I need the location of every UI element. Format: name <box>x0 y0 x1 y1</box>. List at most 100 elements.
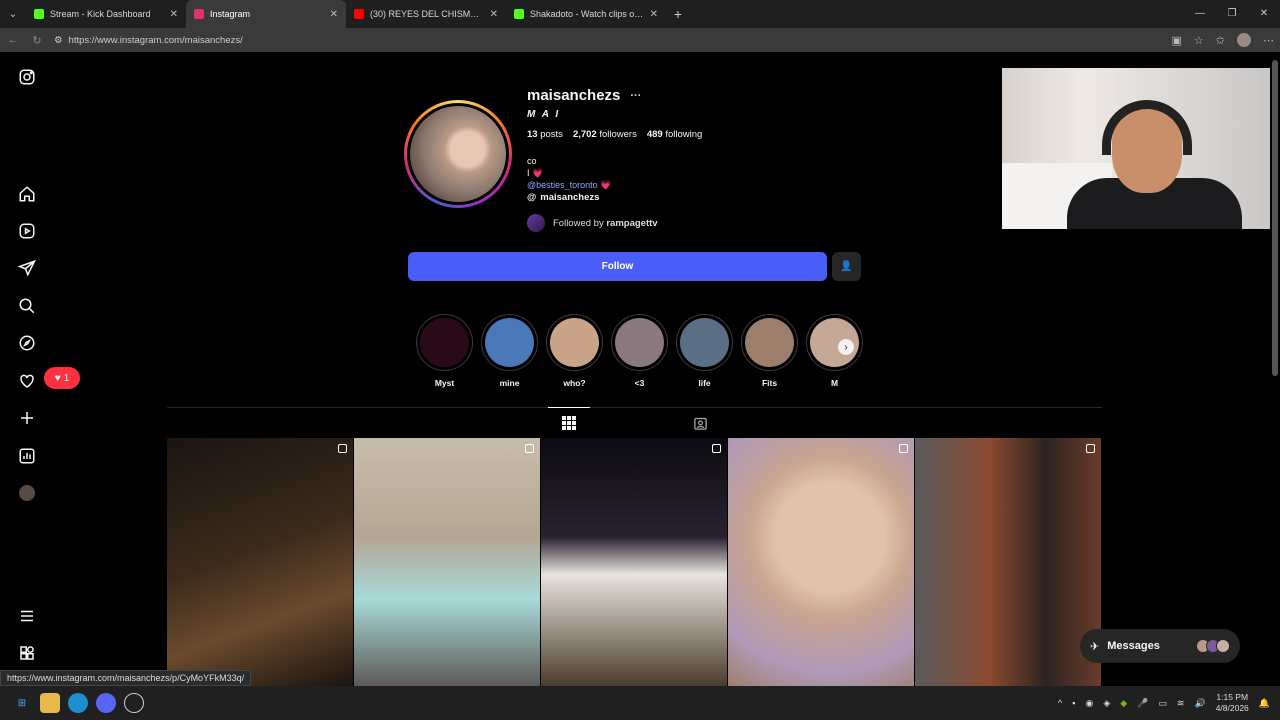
profile-avatar <box>410 106 506 202</box>
notifications-bell-icon[interactable]: 🔔 <box>1259 698 1270 709</box>
tab-list-chevron-icon[interactable]: ⌄ <box>0 0 26 28</box>
close-tab-icon[interactable]: ✕ <box>490 9 498 20</box>
home-icon[interactable] <box>18 185 36 203</box>
site-info-icon[interactable]: ⚙ <box>54 35 63 46</box>
create-plus-icon[interactable] <box>18 409 36 427</box>
refresh-icon[interactable]: ↻ <box>30 34 44 47</box>
tray-app-icon[interactable]: ▪ <box>1072 698 1075 708</box>
steam-icon[interactable]: ◉ <box>1085 698 1093 709</box>
close-tab-icon[interactable]: ✕ <box>330 9 338 20</box>
post-thumbnail[interactable] <box>167 438 353 686</box>
post-thumbnail[interactable] <box>915 438 1101 686</box>
browser-tab-3[interactable]: (30) REYES DEL CHISME Y DE LA F ✕ <box>346 0 506 28</box>
post-thumbnail[interactable] <box>728 438 914 686</box>
also-from-meta-icon[interactable] <box>18 644 36 662</box>
show-hidden-icons-chevron-icon[interactable]: ^ <box>1058 698 1062 708</box>
discord-icon[interactable] <box>96 693 116 713</box>
profile-avatar-story-ring[interactable] <box>404 100 512 208</box>
taskbar-apps: ⊞ <box>0 693 144 713</box>
suggested-accounts-button[interactable]: 👤 <box>832 252 861 281</box>
story-highlights: Myst mine who? <3 life Fits M <box>416 314 863 388</box>
back-icon[interactable]: ← <box>6 34 20 46</box>
post-thumbnail[interactable] <box>354 438 540 686</box>
full-name: M A I <box>527 109 561 120</box>
post-thumbnail[interactable] <box>541 438 727 686</box>
bio: co I 💗 @besties_toronto 💗 <box>527 155 611 191</box>
reels-icon[interactable] <box>18 222 36 240</box>
clock-time: 1:15 PM <box>1216 692 1249 702</box>
windows-start-icon[interactable]: ⊞ <box>12 693 32 713</box>
split-screen-icon[interactable]: ▣ <box>1172 34 1182 47</box>
tab-title: Shakadoto - Watch clips on Kick <box>530 9 644 19</box>
tab-posts-grid-icon[interactable] <box>548 407 590 437</box>
highlight-item[interactable]: Myst <box>416 314 473 388</box>
follow-button[interactable]: Follow <box>408 252 827 281</box>
search-icon[interactable] <box>18 297 36 315</box>
followers-stat[interactable]: 2,702 followers <box>573 129 637 140</box>
new-tab-button[interactable]: + <box>666 6 690 22</box>
browser-menu-icon[interactable]: ⋯ <box>1263 34 1274 47</box>
bio-mention-link[interactable]: @besties_toronto <box>527 180 598 190</box>
microphone-icon[interactable]: 🎤 <box>1137 698 1148 709</box>
browser-tab-2[interactable]: Instagram ✕ <box>186 0 346 28</box>
profile-avatar-icon[interactable] <box>18 484 36 502</box>
carousel-icon <box>1086 444 1095 453</box>
nvidia-icon[interactable]: ◆ <box>1120 698 1127 709</box>
explore-compass-icon[interactable] <box>18 334 36 352</box>
followers-count: 2,702 <box>572 129 597 140</box>
highlight-item[interactable]: life <box>676 314 733 388</box>
notifications-heart-icon[interactable] <box>18 372 36 390</box>
favorite-star-icon[interactable]: ☆ <box>1194 34 1204 47</box>
wifi-icon[interactable]: ≋ <box>1177 698 1185 709</box>
carousel-icon <box>712 444 721 453</box>
highlight-item[interactable]: <3 <box>611 314 668 388</box>
close-tab-icon[interactable]: ✕ <box>170 9 178 20</box>
following-count: 489 <box>646 129 663 140</box>
direct-messages-icon[interactable] <box>18 259 36 277</box>
window-controls: — ❐ ✕ <box>1184 0 1280 28</box>
username: maisanchezs <box>527 87 621 104</box>
clock-date: 4/8/2026 <box>1215 703 1249 713</box>
posts-label: posts <box>540 129 563 140</box>
close-window-icon[interactable]: ✕ <box>1248 0 1280 28</box>
follower-avatar <box>527 214 545 232</box>
close-tab-icon[interactable]: ✕ <box>650 9 658 20</box>
highlight-item[interactable]: who? <box>546 314 603 388</box>
volume-icon[interactable]: 🔊 <box>1194 698 1205 709</box>
browser-tab-1[interactable]: Stream - Kick Dashboard ✕ <box>26 0 186 28</box>
threads-link[interactable]: @ maisanchezs <box>527 192 599 203</box>
highlight-item[interactable]: M <box>806 314 863 388</box>
followed-by[interactable]: Followed by rampagettv <box>527 214 658 232</box>
tab-tagged-icon[interactable] <box>679 408 721 438</box>
url-text: https://www.instagram.com/maisanchezs/ <box>68 34 243 46</box>
highlights-next-chevron-icon[interactable]: › <box>838 339 854 355</box>
dashboard-chart-icon[interactable] <box>18 447 36 465</box>
options-more-icon[interactable]: ··· <box>630 90 641 102</box>
highlight-item[interactable]: mine <box>481 314 538 388</box>
instagram-logo-icon[interactable] <box>18 68 36 86</box>
highlight-item[interactable]: Fits <box>741 314 798 388</box>
notification-count: 1 <box>63 372 70 384</box>
browser-profile-avatar[interactable] <box>1237 33 1251 47</box>
browser-tab-4[interactable]: Shakadoto - Watch clips on Kick ✕ <box>506 0 666 28</box>
pink-heart-emoji: 💗 <box>532 168 544 178</box>
file-explorer-icon[interactable] <box>40 693 60 713</box>
minimize-icon[interactable]: — <box>1184 0 1216 28</box>
scrollbar[interactable] <box>1272 60 1278 376</box>
edge-browser-icon[interactable] <box>68 693 88 713</box>
restore-icon[interactable]: ❐ <box>1216 0 1248 28</box>
app-icon[interactable] <box>124 693 144 713</box>
notification-badge[interactable]: ♥ 1 <box>44 367 80 389</box>
more-menu-icon[interactable] <box>18 607 36 625</box>
browser-tabbar: ⌄ Stream - Kick Dashboard ✕ Instagram ✕ … <box>0 0 1280 28</box>
followed-by-user: rampagettv <box>606 217 658 229</box>
threads-handle: maisanchezs <box>540 192 600 203</box>
following-stat[interactable]: 489 following <box>647 129 702 140</box>
display-icon[interactable]: ▭ <box>1158 698 1167 709</box>
tray-app-icon[interactable]: ◈ <box>1103 698 1110 709</box>
favorites-icon[interactable]: ✩ <box>1216 34 1225 47</box>
clock[interactable]: 1:15 PM 4/8/2026 <box>1216 692 1249 714</box>
link-status-url: https://www.instagram.com/maisanchezs/p/… <box>0 670 252 686</box>
messages-button[interactable]: ✈ Messages <box>1080 629 1240 663</box>
url-field[interactable]: ⚙ https://www.instagram.com/maisanchezs/ <box>54 35 1162 46</box>
